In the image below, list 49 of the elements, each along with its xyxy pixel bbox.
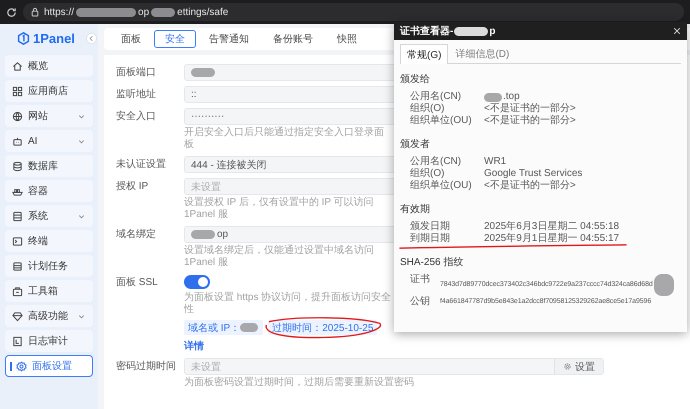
field-label: 授权 IP	[116, 180, 150, 194]
dialog-title: 证书查看器-	[400, 24, 454, 38]
hint-text: 设置授权 IP 后，仅有设置中的 IP 可以访问 1Panel 服	[184, 197, 375, 221]
property-label: 公用名(CN)	[410, 91, 462, 103]
url-text: op	[138, 6, 150, 18]
section-heading: SHA-256 指纹	[400, 256, 464, 269]
field-value: ··········	[191, 111, 224, 122]
property-value: <不是证书的一部分>	[484, 180, 576, 192]
property-label: 到期日期	[410, 233, 451, 245]
field-placeholder: 未设置	[191, 360, 221, 374]
url-text: https://	[44, 6, 74, 18]
hint-text: 为面板密码设置过期时间，过期后需要重新设置密码	[184, 377, 414, 389]
field-value: op	[217, 229, 228, 240]
property-value: 2025年6月3日星期二 04:55:18	[484, 221, 620, 232]
logo-text: 1Panel	[33, 30, 75, 46]
dialog-title: p	[489, 26, 496, 36]
info-tag: 域名或 IP：	[184, 320, 264, 335]
section-heading: 颁发者	[400, 138, 431, 151]
url-text: ettings/safe	[177, 6, 228, 18]
field-label: 安全入口	[116, 110, 157, 124]
property-label: 组织单位(OU)	[410, 115, 473, 127]
property-label: 组织(O)	[410, 103, 446, 114]
property-value: 2025年9月1日星期一 04:55:17	[484, 233, 620, 245]
info-tag: 过期时间：2025-10-25	[268, 320, 378, 335]
field-placeholder: 未设置	[191, 180, 221, 194]
property-label: 组织单位(OU)	[410, 180, 473, 192]
property-value: WR1	[484, 156, 506, 168]
section-heading: 有效期	[400, 202, 431, 216]
property-label: 公钥	[410, 296, 431, 308]
section-heading: 颁发给	[400, 73, 431, 86]
field-label: 域名绑定	[116, 228, 157, 242]
property-label: 证书	[410, 274, 431, 287]
property-label: 组织(O)	[410, 168, 446, 180]
field-label: 密码过期时间	[116, 360, 177, 374]
hint-text: 开启安全入口后只能通过指定安全入口登录面板	[184, 127, 385, 151]
property-value: <不是证书的一部分>	[484, 103, 576, 114]
field-label: 监听地址	[116, 88, 157, 102]
property-value: Google Trust Services	[484, 168, 582, 180]
property-label: 公用名(CN)	[410, 156, 462, 168]
property-label: 颁发日期	[410, 221, 451, 232]
property-value: <不是证书的一部分>	[484, 115, 576, 127]
field-label: 未认证设置	[116, 158, 167, 172]
field-value: ::	[191, 89, 197, 100]
field-value: 444 - 连接被关闭	[191, 158, 267, 172]
property-value: .top	[503, 91, 520, 102]
hint-text: 为面板设置 https 协议访问，提升面板访问安全性	[184, 292, 392, 316]
field-label: 面板 SSL	[116, 276, 159, 290]
hint-text: 设置域名绑定后，仅能通过设置中域名访问 1Panel 服	[184, 245, 375, 269]
field-label: 面板端口	[116, 66, 157, 80]
